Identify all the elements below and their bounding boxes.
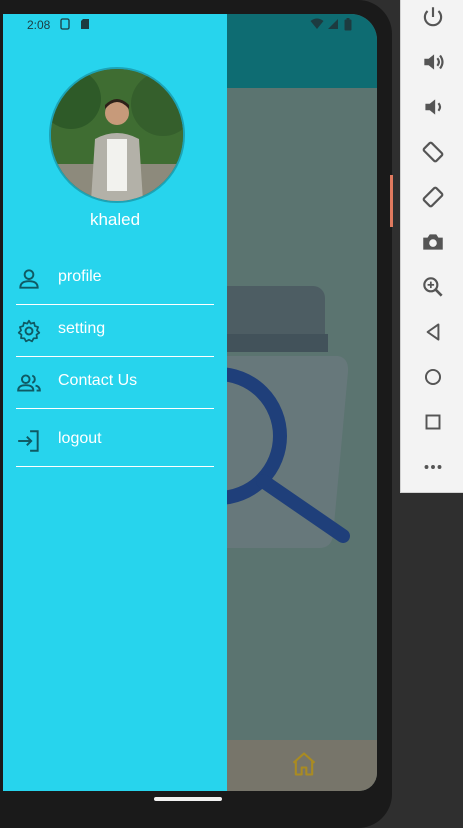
sim-icon — [60, 18, 70, 30]
volume-up-icon[interactable] — [420, 49, 446, 75]
menu-label-setting: setting — [58, 320, 106, 337]
rotate-right-icon[interactable] — [420, 184, 446, 210]
phone-frame: khaled profile setting Contact Us logout… — [0, 0, 392, 828]
gear-icon — [17, 319, 41, 343]
menu-item-setting[interactable]: setting — [16, 304, 214, 357]
login-icon — [18, 430, 39, 452]
menu-item-profile[interactable]: profile — [16, 252, 214, 305]
battery-icon — [344, 18, 352, 31]
zoom-icon[interactable] — [420, 274, 446, 300]
username-label: khaled — [89, 210, 141, 229]
back-icon[interactable] — [420, 319, 446, 345]
phone-screen: khaled profile setting Contact Us logout… — [3, 14, 377, 791]
status-bar: 2:08 — [3, 14, 377, 36]
home-circle-icon[interactable] — [420, 364, 446, 390]
menu-item-contact-us[interactable]: Contact Us — [16, 356, 214, 409]
wifi-icon — [310, 18, 324, 29]
gesture-home-bar[interactable] — [154, 797, 222, 801]
profile-avatar[interactable] — [49, 67, 185, 203]
menu-label-contact-us: Contact Us — [58, 372, 138, 389]
signal-icon — [328, 19, 338, 29]
overview-icon[interactable] — [420, 409, 446, 435]
status-time: 2:08 — [27, 18, 51, 32]
person-icon — [19, 269, 39, 289]
home-icon[interactable] — [290, 750, 318, 778]
rotate-left-icon[interactable] — [420, 139, 446, 165]
camera-icon[interactable] — [420, 229, 446, 255]
sd-card-icon — [81, 19, 89, 29]
menu-item-logout[interactable]: logout — [16, 414, 214, 467]
people-icon — [17, 374, 41, 392]
menu-label-profile: profile — [58, 268, 102, 285]
more-icon[interactable] — [420, 454, 446, 480]
emulator-control-panel — [400, 0, 463, 493]
menu-label-logout: logout — [58, 430, 102, 447]
frame-accent — [390, 175, 393, 227]
navigation-drawer: khaled profile setting Contact Us logout — [3, 14, 227, 791]
power-icon[interactable] — [420, 4, 446, 30]
volume-down-icon[interactable] — [420, 94, 446, 120]
